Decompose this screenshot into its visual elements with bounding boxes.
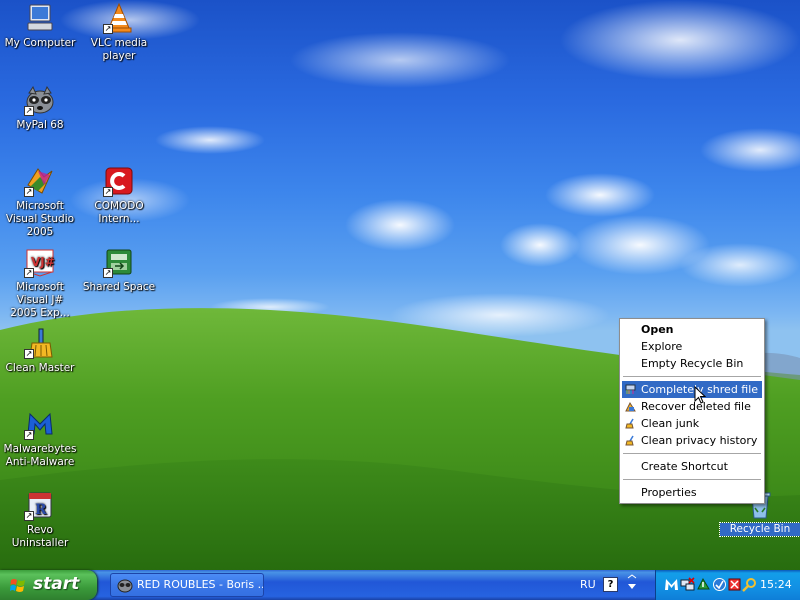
svg-text:R: R (35, 502, 47, 518)
search-tray-icon[interactable] (742, 577, 757, 592)
desktop-icon-revo-uninstaller[interactable]: R ↗ Revo Uninstaller (0, 489, 80, 550)
desktop-icon-label: MyPal 68 (16, 119, 64, 131)
vlc-cone-icon: ↗ (103, 2, 135, 34)
menu-item-completely-shred-file[interactable]: Completely shred file (622, 381, 762, 398)
shortcut-arrow-icon: ↗ (24, 349, 34, 359)
desktop-icon-mypal[interactable]: ↗ MyPal 68 (0, 84, 80, 132)
menu-item-label: Create Shortcut (641, 460, 728, 473)
desktop-icon-label: My Computer (4, 37, 76, 49)
revo-uninstaller-icon: R ↗ (24, 489, 56, 521)
recover-icon (625, 401, 636, 412)
comodo-tray-icon[interactable] (696, 577, 711, 592)
help-icon[interactable]: ? (603, 577, 618, 592)
taskbar: start RED ROUBLES - Boris ... RU ? 15:24 (0, 570, 800, 600)
visual-j-sharp-icon: VJ# ↗ (24, 246, 56, 278)
desktop-icon-malwarebytes[interactable]: ↗ Malwarebytes Anti-Malware (0, 408, 80, 469)
menu-item-label: Clean privacy history (641, 434, 758, 447)
language-bar-options-icon[interactable] (625, 574, 639, 594)
taskbar-button-label: RED ROUBLES - Boris ... (137, 578, 264, 591)
desktop-icon-visual-j-sharp[interactable]: VJ# ↗ Microsoft Visual J# 2005 Exp... (0, 246, 80, 320)
menu-item-clean-privacy-history[interactable]: Clean privacy history (622, 432, 762, 449)
menu-item-label: Properties (641, 486, 697, 499)
shortcut-arrow-icon: ↗ (24, 187, 34, 197)
menu-item-label: Clean junk (641, 417, 700, 430)
desktop-icon-shared-space[interactable]: ↗ Shared Space (79, 246, 159, 294)
desktop-icon-label: VLC media player (90, 37, 148, 62)
desktop-icon-visual-studio[interactable]: ↗ Microsoft Visual Studio 2005 (0, 165, 80, 239)
security-tray-icon[interactable] (727, 577, 742, 592)
menu-separator (623, 453, 761, 454)
menu-item-clean-junk[interactable]: Clean junk (622, 415, 762, 432)
visual-studio-icon: ↗ (24, 165, 56, 197)
shortcut-arrow-icon: ↗ (103, 187, 113, 197)
shared-space-icon: ↗ (103, 246, 135, 278)
desktop-icon-label: Microsoft Visual J# 2005 Exp... (10, 281, 70, 319)
menu-item-empty-recycle-bin[interactable]: Empty Recycle Bin (622, 355, 762, 372)
recycle-bin-context-menu: Open Explore Empty Recycle Bin Completel… (619, 318, 765, 504)
clock[interactable]: 15:24 (760, 578, 792, 591)
menu-item-label: Empty Recycle Bin (641, 357, 744, 370)
menu-item-create-shortcut[interactable]: Create Shortcut (622, 458, 762, 475)
my-computer-icon (24, 2, 56, 34)
update-tray-icon[interactable] (712, 577, 727, 592)
language-indicator[interactable]: RU (580, 578, 596, 591)
desktop[interactable]: My Computer ↗ VLC media player ↗ MyPal 6… (0, 0, 800, 570)
start-button[interactable]: start (0, 570, 97, 600)
menu-item-recover-deleted-file[interactable]: Recover deleted file (622, 398, 762, 415)
menu-item-properties[interactable]: Properties (622, 484, 762, 501)
desktop-icon-clean-master[interactable]: ↗ Clean Master (0, 327, 80, 375)
shortcut-arrow-icon: ↗ (24, 511, 34, 521)
shortcut-arrow-icon: ↗ (24, 106, 34, 116)
desktop-icon-label: Shared Space (82, 281, 156, 293)
menu-separator (623, 376, 761, 377)
broom-icon (625, 418, 634, 429)
clean-master-broom-icon: ↗ (24, 327, 56, 359)
desktop-icon-label: Revo Uninstaller (11, 524, 69, 549)
malwarebytes-icon: ↗ (24, 408, 56, 440)
shortcut-arrow-icon: ↗ (24, 430, 34, 440)
shortcut-arrow-icon: ↗ (103, 24, 113, 34)
start-label: start (33, 574, 80, 594)
menu-item-label: Explore (641, 340, 683, 353)
menu-item-label: Open (641, 323, 674, 336)
desktop-icon-comodo[interactable]: ↗ COMODO Intern... (79, 165, 159, 226)
menu-item-open[interactable]: Open (622, 321, 762, 338)
broom-icon (625, 435, 634, 446)
network-tray-icon[interactable] (680, 577, 695, 592)
windows-logo-icon (10, 579, 25, 592)
svg-text:VJ#: VJ# (31, 255, 55, 269)
shred-icon (625, 384, 636, 394)
desktop-icon-label: COMODO Intern... (94, 200, 144, 225)
malwarebytes-tray-icon[interactable] (664, 577, 679, 592)
desktop-icon-label: Recycle Bin (719, 522, 800, 537)
mouse-cursor-icon (694, 386, 706, 404)
taskbar-button-red-roubles[interactable]: RED ROUBLES - Boris ... (110, 573, 264, 597)
mypal-raccoon-icon: ↗ (24, 84, 56, 116)
desktop-icon-label: Malwarebytes Anti-Malware (3, 443, 77, 468)
shortcut-arrow-icon: ↗ (103, 268, 113, 278)
shortcut-arrow-icon: ↗ (24, 268, 34, 278)
menu-separator (623, 479, 761, 480)
system-tray: 15:24 (655, 570, 800, 600)
comodo-icon: ↗ (103, 165, 135, 197)
menu-item-explore[interactable]: Explore (622, 338, 762, 355)
mypal-raccoon-icon (117, 579, 133, 593)
desktop-icon-label: Microsoft Visual Studio 2005 (5, 200, 75, 238)
desktop-icon-vlc[interactable]: ↗ VLC media player (79, 2, 159, 63)
desktop-icon-label: Clean Master (5, 362, 75, 374)
desktop-icon-my-computer[interactable]: My Computer (0, 2, 80, 50)
